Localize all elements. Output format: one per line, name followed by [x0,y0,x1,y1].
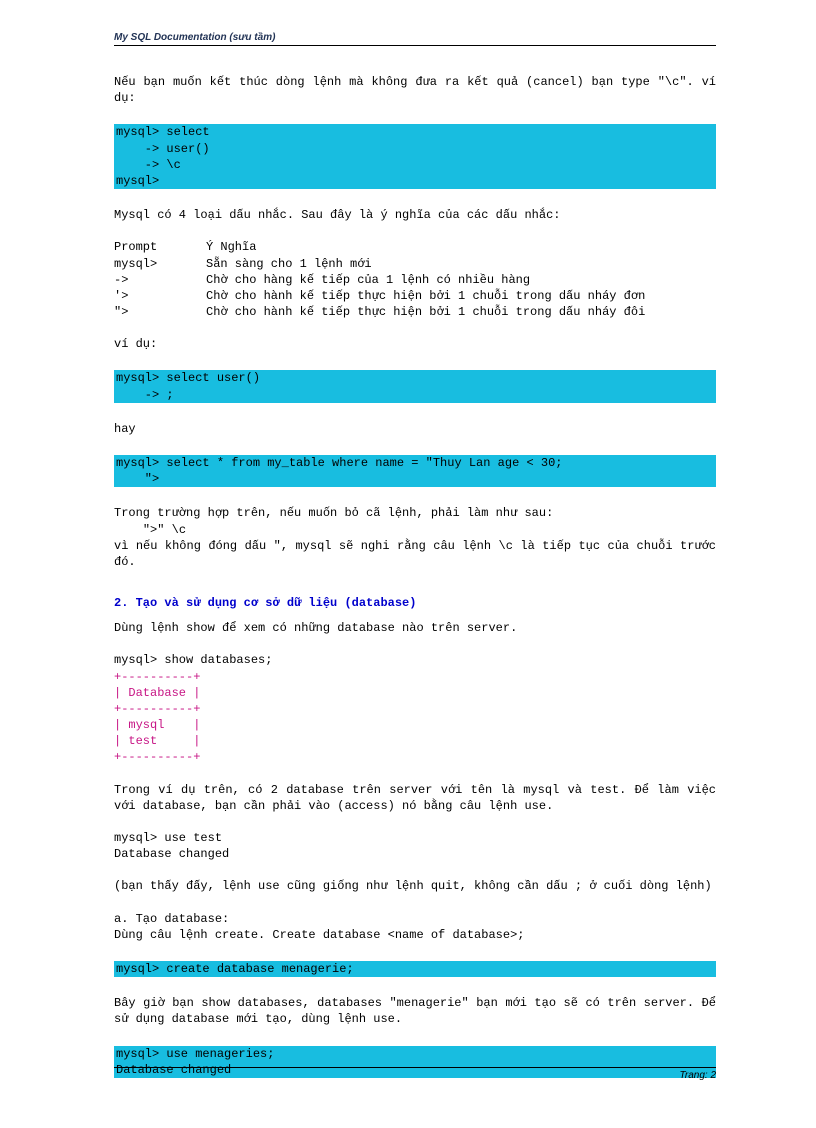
paragraph: (bạn thấy đấy, lệnh use cũng giống như l… [114,878,716,894]
paragraph: a. Tạo database: Dùng câu lệnh create. C… [114,911,716,943]
prompt-table: Prompt Ý Nghĩa mysql> Sẵn sàng cho 1 lện… [114,239,716,320]
section-heading: 2. Tạo và sử dụng cơ sở dữ liệu (databas… [114,596,716,610]
db-output: +----------+ | Database | +----------+ |… [114,669,716,766]
page-footer: Trang: 2 [114,1067,716,1081]
paragraph: mysql> show databases; [114,652,716,668]
table-row: mysql> Sẵn sàng cho 1 lệnh mới [114,256,716,272]
paragraph: Bây giờ bạn show databases, databases "m… [114,995,716,1027]
cell: Ý Nghĩa [206,239,716,255]
cell: "> [114,304,206,320]
table-row: -> Chờ cho hàng kế tiếp của 1 lệnh có nh… [114,272,716,288]
cell: -> [114,272,206,288]
paragraph: Mysql có 4 loại dấu nhắc. Sau đây là ý n… [114,207,716,223]
paragraph: ">" \c [114,522,716,538]
paragraph: Nếu bạn muốn kết thúc dòng lệnh mà không… [114,74,716,106]
paragraph: Trong ví dụ trên, có 2 database trên ser… [114,782,716,814]
paragraph: ví dụ: [114,336,716,352]
page-header: My SQL Documentation (sưu tầm) [114,32,716,46]
code-block: mysql> select -> user() -> \c mysql> [114,124,716,189]
cell: Chờ cho hành kế tiếp thực hiện bởi 1 chu… [206,304,716,320]
code-block: mysql> select user() -> ; [114,370,716,402]
code-block: mysql> create database menagerie; [114,961,716,977]
cell: Chờ cho hành kế tiếp thực hiện bởi 1 chu… [206,288,716,304]
paragraph: vì nếu không đóng dấu ", mysql sẽ nghi r… [114,538,716,570]
cell: Sẵn sàng cho 1 lệnh mới [206,256,716,272]
cell: '> [114,288,206,304]
code-block: mysql> select * from my_table where name… [114,455,716,487]
cell: mysql> [114,256,206,272]
paragraph: Trong trường hợp trên, nếu muốn bỏ cã lệ… [114,505,716,521]
paragraph: Dùng lệnh show để xem có những database … [114,620,716,636]
table-row: Prompt Ý Nghĩa [114,239,716,255]
table-row: "> Chờ cho hành kế tiếp thực hiện bởi 1 … [114,304,716,320]
paragraph: hay [114,421,716,437]
cell: Chờ cho hàng kế tiếp của 1 lệnh có nhiều… [206,272,716,288]
table-row: '> Chờ cho hành kế tiếp thực hiện bởi 1 … [114,288,716,304]
paragraph: mysql> use test Database changed [114,830,716,862]
cell: Prompt [114,239,206,255]
